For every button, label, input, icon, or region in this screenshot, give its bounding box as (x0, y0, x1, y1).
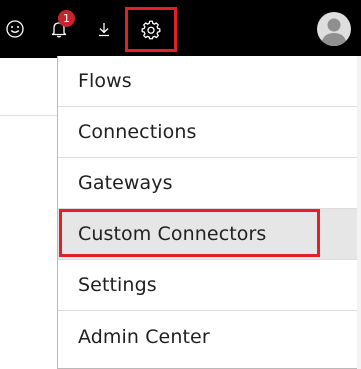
top-navigation-bar: 1 (0, 0, 361, 58)
settings-dropdown-menu: Flows Connections Gateways Custom Connec… (57, 56, 361, 369)
feedback-button[interactable] (0, 5, 30, 53)
smiley-icon (6, 20, 24, 38)
page-divider (0, 115, 58, 116)
menu-scroll-edge (357, 56, 361, 369)
account-button[interactable] (312, 5, 356, 53)
download-icon (99, 23, 109, 37)
menu-item-connections[interactable]: Connections (58, 107, 361, 158)
menu-item-gateways[interactable]: Gateways (58, 158, 361, 209)
settings-button[interactable] (125, 7, 177, 52)
menu-item-admin-center[interactable]: Admin Center (58, 311, 361, 362)
menu-item-custom-connectors[interactable]: Custom Connectors (58, 209, 361, 260)
notifications-button[interactable]: 1 (36, 5, 82, 53)
avatar-icon (317, 12, 351, 46)
download-button[interactable] (84, 5, 124, 53)
menu-item-settings[interactable]: Settings (58, 260, 361, 311)
gear-icon (141, 20, 161, 39)
notification-count-badge: 1 (58, 10, 75, 27)
menu-item-flows[interactable]: Flows (58, 56, 361, 107)
